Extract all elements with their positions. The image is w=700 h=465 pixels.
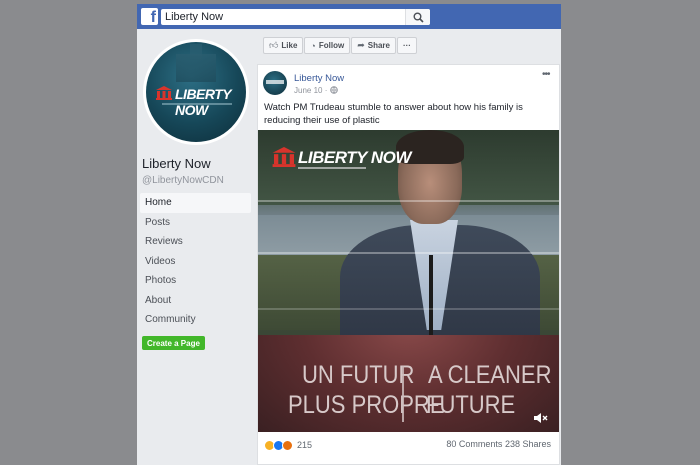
page-handle: @LibertyNowCDN: [142, 175, 224, 186]
building-graphic: [176, 54, 216, 82]
search-button[interactable]: [405, 9, 430, 25]
podium-text-english-line2: FUTURE: [426, 390, 516, 419]
page-nav: Home Posts Reviews Videos Photos About C…: [140, 193, 251, 330]
angry-reaction-icon: [282, 439, 293, 451]
search-icon: [413, 12, 424, 23]
post-author-name[interactable]: Liberty Now: [294, 73, 344, 84]
podium-text-english-line1: A CLEANER: [428, 360, 552, 389]
create-page-button[interactable]: Create a Page: [142, 336, 205, 350]
left-column: LIBERTY NOW Liberty Now @LibertyNowCDN H…: [137, 29, 257, 465]
nav-item-community[interactable]: Community: [140, 310, 251, 330]
share-arrow-icon: ➦: [357, 40, 365, 50]
parliament-emblem-icon: [156, 86, 172, 100]
nav-item-reviews[interactable]: Reviews: [140, 232, 251, 252]
avatar-brand-mark: [266, 80, 284, 84]
facebook-logo-icon[interactable]: f: [141, 8, 158, 25]
podium-divider: [402, 366, 404, 422]
facebook-window: f LIBERTY NOW: [137, 4, 561, 465]
post-author-avatar[interactable]: [263, 71, 287, 95]
post-text: Watch PM Trudeau stumble to answer about…: [264, 102, 523, 126]
thumbs-up-icon: 👍︎: [269, 40, 279, 50]
profile-brand-text: LIBERTY NOW: [175, 86, 231, 118]
post-date[interactable]: June 10 ·: [294, 86, 338, 95]
video-watermark-logo: LIBERTY NOW: [298, 148, 411, 167]
post-options-button[interactable]: •••: [542, 69, 550, 80]
share-label: Share: [367, 41, 390, 50]
more-actions-button[interactable]: ···: [396, 37, 417, 54]
video-glitch-line: [258, 308, 559, 310]
page-action-bar: 👍︎ Like ◔ Follow ➦ Share ···: [263, 37, 417, 54]
post-video[interactable]: UN FUTUR A CLEANER PLUS PROPRE FUTURE LI…: [258, 130, 559, 432]
like-page-button[interactable]: 👍︎ Like: [263, 37, 304, 54]
rss-icon: ◔: [310, 40, 316, 51]
brand-tagline-bar: [162, 103, 232, 105]
like-label: Like: [281, 41, 298, 50]
shares-count[interactable]: 238 Shares: [505, 439, 551, 449]
podium-text-french-line2: PLUS PROPRE: [288, 390, 445, 419]
more-dots-icon: ···: [402, 41, 411, 50]
nav-item-posts[interactable]: Posts: [140, 213, 251, 233]
search-input[interactable]: [161, 9, 430, 25]
video-watermark-tagline: [298, 167, 366, 169]
podium-text-french-line1: UN FUTUR: [302, 360, 415, 389]
reaction-count: 215: [297, 440, 313, 450]
profile-picture-image: LIBERTY NOW: [146, 42, 246, 142]
nav-item-about[interactable]: About: [140, 291, 251, 311]
post-date-text: June 10 ·: [294, 86, 330, 95]
follow-button[interactable]: ◔ Follow: [304, 37, 351, 54]
speaker-muted-icon[interactable]: [533, 411, 549, 425]
reactions-summary[interactable]: 215: [264, 439, 312, 451]
globe-icon: [329, 86, 338, 94]
post-stats: 80 Comments 238 Shares: [446, 439, 551, 449]
parliament-emblem-icon: [272, 147, 296, 167]
video-glitch-line: [258, 252, 559, 254]
nav-item-photos[interactable]: Photos: [140, 271, 251, 291]
nav-item-videos[interactable]: Videos: [140, 252, 251, 272]
nav-item-home[interactable]: Home: [140, 193, 251, 213]
video-glitch-line: [258, 200, 559, 202]
post-card: Liberty Now June 10 · ••• Watch PM Trude…: [257, 64, 560, 465]
page-profile-picture[interactable]: LIBERTY NOW: [143, 39, 249, 145]
share-page-button[interactable]: ➦ Share: [351, 37, 396, 54]
video-microphone: [429, 255, 433, 335]
top-bar: f: [137, 4, 561, 29]
comments-count[interactable]: 80 Comments: [446, 439, 502, 449]
page-name[interactable]: Liberty Now: [142, 156, 211, 171]
follow-label: Follow: [318, 41, 345, 50]
